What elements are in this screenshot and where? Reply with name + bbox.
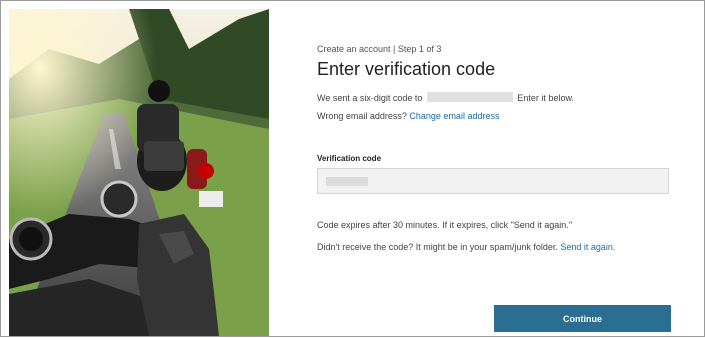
code-expiry-note: Code expires after 30 minutes. If it exp… (317, 220, 573, 230)
motorcycle-hero-image (9, 9, 269, 336)
change-email-link[interactable]: Change email address (409, 111, 499, 121)
code-sent-prefix: We sent a six-digit code to (317, 93, 423, 103)
wrong-email-text: Wrong email address? (317, 111, 407, 121)
resend-message: Didn't receive the code? It might be in … (317, 242, 615, 252)
redacted-email (426, 92, 513, 102)
continue-button[interactable]: Continue (494, 305, 671, 332)
verification-panel: Create an account | Step 1 of 3 Enter ve… (317, 1, 677, 338)
code-sent-suffix: Enter it below. (517, 93, 574, 103)
redacted-code-value (326, 177, 368, 186)
verification-code-label: Verification code (317, 154, 382, 163)
page-title: Enter verification code (317, 59, 496, 79)
didnt-receive-text: Didn't receive the code? It might be in … (317, 242, 558, 252)
code-sent-message: We sent a six-digit code to Enter it bel… (317, 92, 574, 103)
wrong-email-message: Wrong email address? Change email addres… (317, 111, 499, 121)
verification-code-input[interactable] (317, 168, 669, 194)
step-indicator: Create an account | Step 1 of 3 (317, 44, 442, 54)
send-again-link[interactable]: Send it again. (560, 242, 615, 252)
page-frame: Create an account | Step 1 of 3 Enter ve… (0, 0, 705, 337)
